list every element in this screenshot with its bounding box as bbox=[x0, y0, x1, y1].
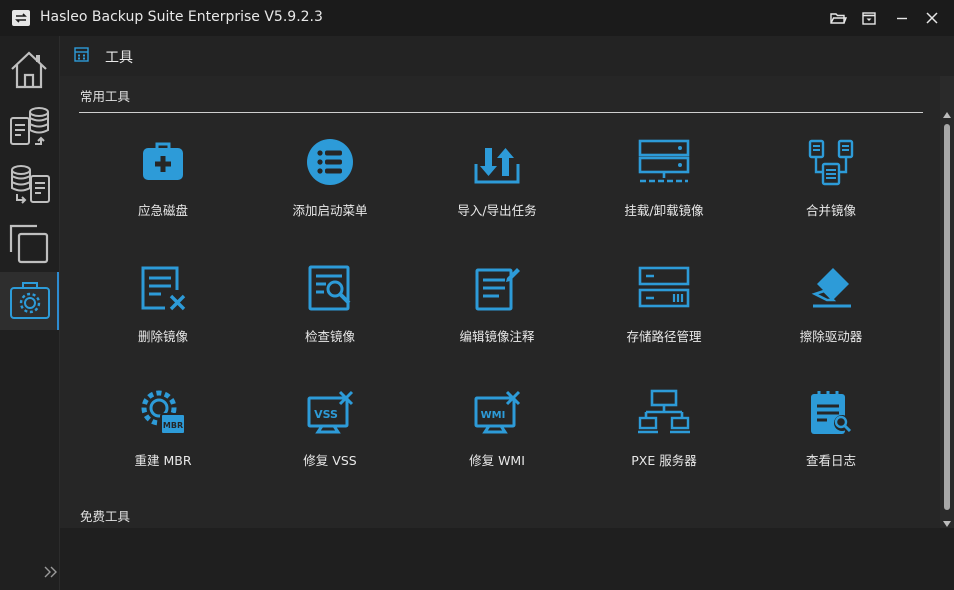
double-chevron-right-icon[interactable] bbox=[42, 564, 60, 580]
tool-view-log[interactable]: 查看日志 bbox=[748, 388, 914, 498]
svg-text:VSS: VSS bbox=[314, 408, 338, 421]
scroll-down-arrow-icon[interactable] bbox=[943, 521, 951, 527]
tool-edit-comment[interactable]: 编辑镜像注释 bbox=[414, 264, 580, 374]
edit-comment-icon bbox=[475, 268, 520, 311]
tool-delete-image[interactable]: 删除镜像 bbox=[80, 264, 246, 374]
sidebar-item-home[interactable] bbox=[0, 42, 59, 98]
pxe-server-icon bbox=[638, 389, 690, 434]
tool-import-export[interactable]: 导入/导出任务 bbox=[414, 138, 580, 248]
svg-text:WMI: WMI bbox=[481, 410, 506, 421]
section-common-tools: 常用工具 bbox=[80, 89, 131, 104]
repair-wmi-icon: WMI bbox=[474, 390, 521, 434]
sidebar-item-tools[interactable] bbox=[0, 272, 59, 330]
tool-label: 查看日志 bbox=[805, 453, 856, 468]
close-icon[interactable] bbox=[922, 8, 942, 28]
menu-icon[interactable] bbox=[859, 8, 879, 28]
grid-icon bbox=[74, 47, 89, 62]
tool-repair-vss[interactable]: VSS 修复 VSS bbox=[247, 388, 413, 498]
tool-emergency-disk[interactable]: 应急磁盘 bbox=[80, 138, 246, 248]
folder-open-icon[interactable] bbox=[828, 8, 848, 28]
tool-check-image[interactable]: 检查镜像 bbox=[247, 264, 413, 374]
tool-label: 检查镜像 bbox=[304, 329, 355, 344]
tool-label: 导入/导出任务 bbox=[457, 203, 537, 218]
tool-wipe-drive[interactable]: 擦除驱动器 bbox=[748, 264, 914, 374]
vertical-scrollbar[interactable] bbox=[940, 72, 954, 532]
tool-repair-wmi[interactable]: WMI 修复 WMI bbox=[414, 388, 580, 498]
tool-label: 擦除驱动器 bbox=[799, 329, 863, 344]
tool-add-boot-menu[interactable]: 添加启动菜单 bbox=[247, 138, 413, 248]
eraser-icon bbox=[811, 268, 851, 308]
tool-rebuild-mbr[interactable]: MBR 重建 MBR bbox=[80, 388, 246, 498]
tool-storage-path[interactable]: 存储路径管理 bbox=[581, 264, 747, 374]
section-divider bbox=[79, 112, 923, 113]
home-icon bbox=[11, 51, 47, 89]
section-free-tools: 免费工具 bbox=[80, 509, 131, 524]
tool-label: PXE 服务器 bbox=[631, 453, 697, 468]
storage-path-icon bbox=[638, 266, 690, 308]
minimize-icon[interactable] bbox=[892, 8, 912, 28]
backup-icon bbox=[10, 107, 49, 145]
tool-pxe-server[interactable]: PXE 服务器 bbox=[581, 388, 747, 498]
sidebar bbox=[0, 36, 60, 590]
check-image-icon bbox=[308, 265, 351, 311]
view-log-icon bbox=[811, 391, 852, 434]
scroll-up-arrow-icon[interactable] bbox=[943, 112, 951, 118]
tool-mount-image[interactable]: 挂载/卸载镜像 bbox=[581, 138, 747, 248]
toolbox-icon bbox=[10, 282, 50, 319]
clone-icon bbox=[9, 224, 49, 264]
first-aid-kit-icon bbox=[143, 142, 183, 180]
list-menu-icon bbox=[307, 139, 353, 185]
sidebar-item-clone[interactable] bbox=[0, 216, 59, 272]
tool-label: 编辑镜像注释 bbox=[459, 329, 535, 344]
delete-image-icon bbox=[141, 266, 186, 311]
main-panel: 工具 常用工具 应急磁盘 添加启动菜单 导入/导出任务 挂载/卸载镜像 合并镜像… bbox=[60, 36, 954, 590]
tool-label: 应急磁盘 bbox=[137, 203, 188, 218]
scroll-thumb[interactable] bbox=[944, 124, 950, 510]
tool-label: 修复 VSS bbox=[303, 453, 357, 468]
restore-icon bbox=[11, 165, 50, 204]
sidebar-item-backup[interactable] bbox=[0, 98, 59, 154]
import-export-icon bbox=[474, 148, 520, 184]
rebuild-mbr-icon: MBR bbox=[141, 390, 186, 435]
tool-label: 合并镜像 bbox=[805, 203, 856, 218]
tool-label: 存储路径管理 bbox=[626, 329, 702, 344]
tools-content: 常用工具 应急磁盘 添加启动菜单 导入/导出任务 挂载/卸载镜像 合并镜像 删除… bbox=[60, 76, 940, 528]
tool-label: 删除镜像 bbox=[137, 329, 188, 344]
title-bar: Hasleo Backup Suite Enterprise V5.9.2.3 bbox=[0, 0, 954, 36]
page-header: 工具 bbox=[60, 36, 954, 76]
svg-text:MBR: MBR bbox=[163, 421, 183, 430]
tool-label: 挂载/卸载镜像 bbox=[624, 203, 704, 218]
tool-label: 修复 WMI bbox=[469, 453, 525, 468]
backup-swap-icon bbox=[12, 10, 30, 26]
tool-label: 添加启动菜单 bbox=[292, 203, 368, 218]
merge-images-icon bbox=[808, 139, 854, 186]
mount-drive-icon bbox=[638, 139, 690, 183]
page-title: 工具 bbox=[105, 50, 133, 66]
tool-merge-images[interactable]: 合并镜像 bbox=[748, 138, 914, 248]
app-title: Hasleo Backup Suite Enterprise V5.9.2.3 bbox=[40, 9, 323, 25]
tool-label: 重建 MBR bbox=[134, 453, 192, 468]
bottom-area bbox=[60, 528, 954, 590]
sidebar-item-restore[interactable] bbox=[0, 156, 59, 212]
repair-vss-icon: VSS bbox=[307, 390, 354, 434]
